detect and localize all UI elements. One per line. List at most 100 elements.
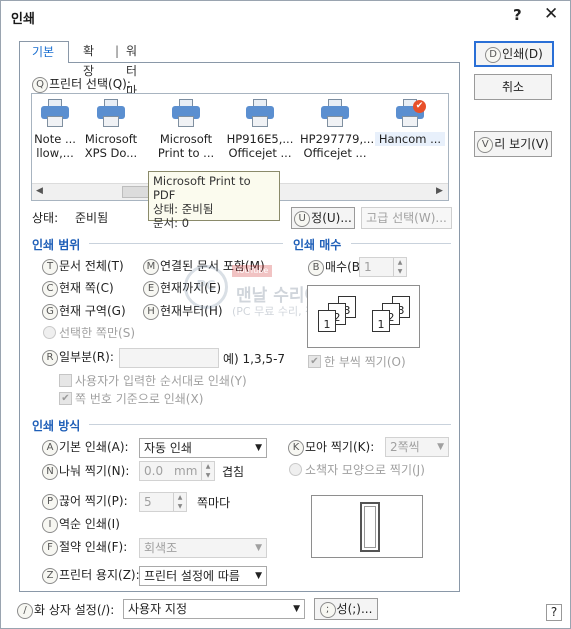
hotkey-badge: R	[42, 349, 58, 366]
page-number-checkbox[interactable]: ✔	[59, 392, 72, 405]
save-print-check[interactable]: F 절약 인쇄(F):	[42, 538, 127, 556]
printer-icon	[40, 98, 70, 128]
tab-extended[interactable]: 확장	[83, 41, 94, 78]
hotkey-badge: K	[288, 439, 304, 456]
collect-select[interactable]: 2쪽씩 ▼	[385, 437, 449, 457]
chevron-down-icon: ▼	[437, 442, 444, 452]
user-order-label: 사용자가 입력한 순서대로 인쇄(Y)	[75, 374, 247, 388]
reverse-print-check[interactable]: I 역순 인쇄(I)	[42, 515, 120, 533]
printer-tooltip: Microsoft Print to PDF 상태: 준비됨 문서: 0	[148, 171, 280, 230]
printer-item-selected[interactable]: Microsoft Print to ...	[151, 98, 221, 160]
tab-watermark[interactable]: 워터마크	[126, 41, 137, 118]
hotkey-badge: E	[143, 280, 159, 297]
page-preview	[311, 495, 423, 558]
printer-item[interactable]: HP916E5,... Officejet ...	[225, 98, 295, 160]
paper-label: Z 프린터 용지(Z):	[42, 566, 140, 584]
title-bar: 인쇄 ? ✕	[1, 1, 571, 33]
hotkey-badge: Z	[42, 567, 58, 584]
range-selected-radio[interactable]	[43, 326, 56, 339]
hotkey-badge: U	[294, 210, 311, 227]
print-range-title: 인쇄 범위	[32, 238, 81, 252]
cancel-button[interactable]: 취소	[474, 74, 552, 100]
hotkey-badge: F	[42, 539, 58, 556]
hotkey-badge: A	[42, 439, 58, 456]
help-button[interactable]: ?	[546, 604, 562, 621]
print-method-title: 인쇄 방식	[32, 419, 81, 433]
paper-select[interactable]: 프린터 설정에 따름 ▼	[139, 566, 267, 586]
divider	[351, 243, 451, 244]
dialog-title: 인쇄	[11, 12, 35, 27]
collect-radio[interactable]: K 모아 찍기(K):	[288, 438, 374, 456]
help-icon[interactable]: ?	[513, 6, 522, 24]
printer-icon	[96, 98, 126, 128]
print-dialog: 인쇄 ? ✕ 기본 확장 | 워터마크 D인쇄(D) 취소 V리 보기(V) Q…	[0, 0, 571, 629]
hotkey-badge: G	[42, 303, 58, 320]
close-icon[interactable]: ✕	[544, 4, 558, 24]
chevron-down-icon: ▼	[255, 543, 262, 553]
copies-input[interactable]: 1 ▲ ▼	[359, 257, 407, 277]
split-print-radio[interactable]: N 나눠 찍기(N):	[42, 462, 129, 480]
status-label: 상태:	[32, 211, 59, 225]
range-all-radio[interactable]: T 문서 전체(T)	[42, 257, 124, 275]
range-selected-label: 선택한 쪽만(S)	[59, 326, 135, 340]
hotkey-badge: V	[477, 136, 494, 153]
cut-print-radio[interactable]: P 끊어 찍기(P):	[42, 492, 128, 510]
collate-checkbox[interactable]: ✔	[308, 355, 321, 368]
booklet-radio[interactable]	[289, 463, 302, 476]
hotkey-badge: B	[308, 259, 324, 276]
booklet-label: 소책자 모양으로 찍기(J)	[305, 463, 425, 477]
page-number-label: 쪽 번호 기준으로 인쇄(X)	[75, 392, 204, 406]
partial-pages-input[interactable]	[119, 348, 219, 368]
printer-icon: ✔	[395, 98, 426, 128]
hotkey-badge: D	[485, 46, 502, 63]
copies-title: 인쇄 매수	[293, 238, 342, 252]
range-partial-radio[interactable]: R 일부분(R):	[42, 348, 114, 366]
preview-button[interactable]: V리 보기(V)	[474, 131, 552, 157]
default-check-icon: ✔	[413, 100, 426, 113]
printer-icon	[320, 98, 350, 128]
printer-select-label: Q 프린터 선택(Q):	[32, 75, 131, 93]
tab-basic[interactable]: 기본	[19, 41, 69, 63]
hotkey-badge: P	[42, 493, 58, 510]
dialog-setting-select[interactable]: 사용자 지정 ▼	[123, 599, 305, 619]
printer-item[interactable]: HP297779,... Officejet ...	[300, 98, 374, 160]
collate-label: 한 부씩 찍기(O)	[324, 355, 406, 369]
spin-icon[interactable]: ▲ ▼	[173, 493, 186, 511]
scroll-left-icon[interactable]: ◀	[36, 186, 43, 196]
hotkey-badge: ;	[319, 601, 336, 618]
range-section-radio[interactable]: G 현재 구역(G)	[42, 302, 126, 320]
hotkey-badge: Q	[32, 76, 48, 93]
properties-button[interactable]: U 정(U)...	[291, 207, 355, 229]
spin-icon[interactable]: ▲ ▼	[201, 462, 214, 480]
hotkey-badge: H	[143, 303, 159, 320]
page-icon: 1	[372, 310, 390, 332]
chevron-down-icon: ▼	[255, 443, 262, 453]
cut-input[interactable]: 5 ▲ ▼	[139, 492, 187, 512]
page-icon: 1	[318, 310, 336, 332]
split-suffix: 겹침	[222, 465, 245, 479]
page-icon	[360, 502, 380, 552]
hotkey-badge: I	[42, 516, 58, 533]
status-value: 준비됨	[75, 211, 109, 225]
basic-print-select[interactable]: 자동 인쇄 ▼	[139, 438, 267, 458]
advanced-select-button[interactable]: 고급 선택(W)...	[361, 207, 452, 229]
divider	[89, 243, 283, 244]
chevron-down-icon: ▼	[255, 571, 262, 581]
settings-button[interactable]: ; 성(;)...	[314, 598, 378, 620]
print-button[interactable]: D 인쇄(D)	[474, 41, 554, 67]
split-input[interactable]: 0.0 mm ▲ ▼	[139, 461, 215, 481]
range-current-radio[interactable]: C 현재 쪽(C)	[42, 279, 114, 297]
hotkey-badge: C	[42, 280, 58, 297]
hotkey-badge: N	[42, 463, 58, 480]
hotkey-badge: T	[42, 258, 58, 275]
user-order-checkbox[interactable]	[59, 374, 72, 387]
basic-print-radio[interactable]: A 기본 인쇄(A):	[42, 438, 129, 456]
tab-separator: |	[115, 44, 120, 58]
partial-example: 예) 1,3,5-7	[223, 352, 286, 366]
scroll-right-icon[interactable]: ▶	[436, 186, 443, 196]
save-print-select[interactable]: 회색조 ▼	[139, 538, 267, 558]
printer-item[interactable]: ✔ Hancom ...	[375, 98, 445, 146]
printer-item[interactable]: Microsoft XPS Do...	[76, 98, 146, 160]
spin-icon[interactable]: ▲ ▼	[393, 258, 406, 276]
dialog-setting-label: / 화 상자 설정(/):	[17, 601, 114, 619]
